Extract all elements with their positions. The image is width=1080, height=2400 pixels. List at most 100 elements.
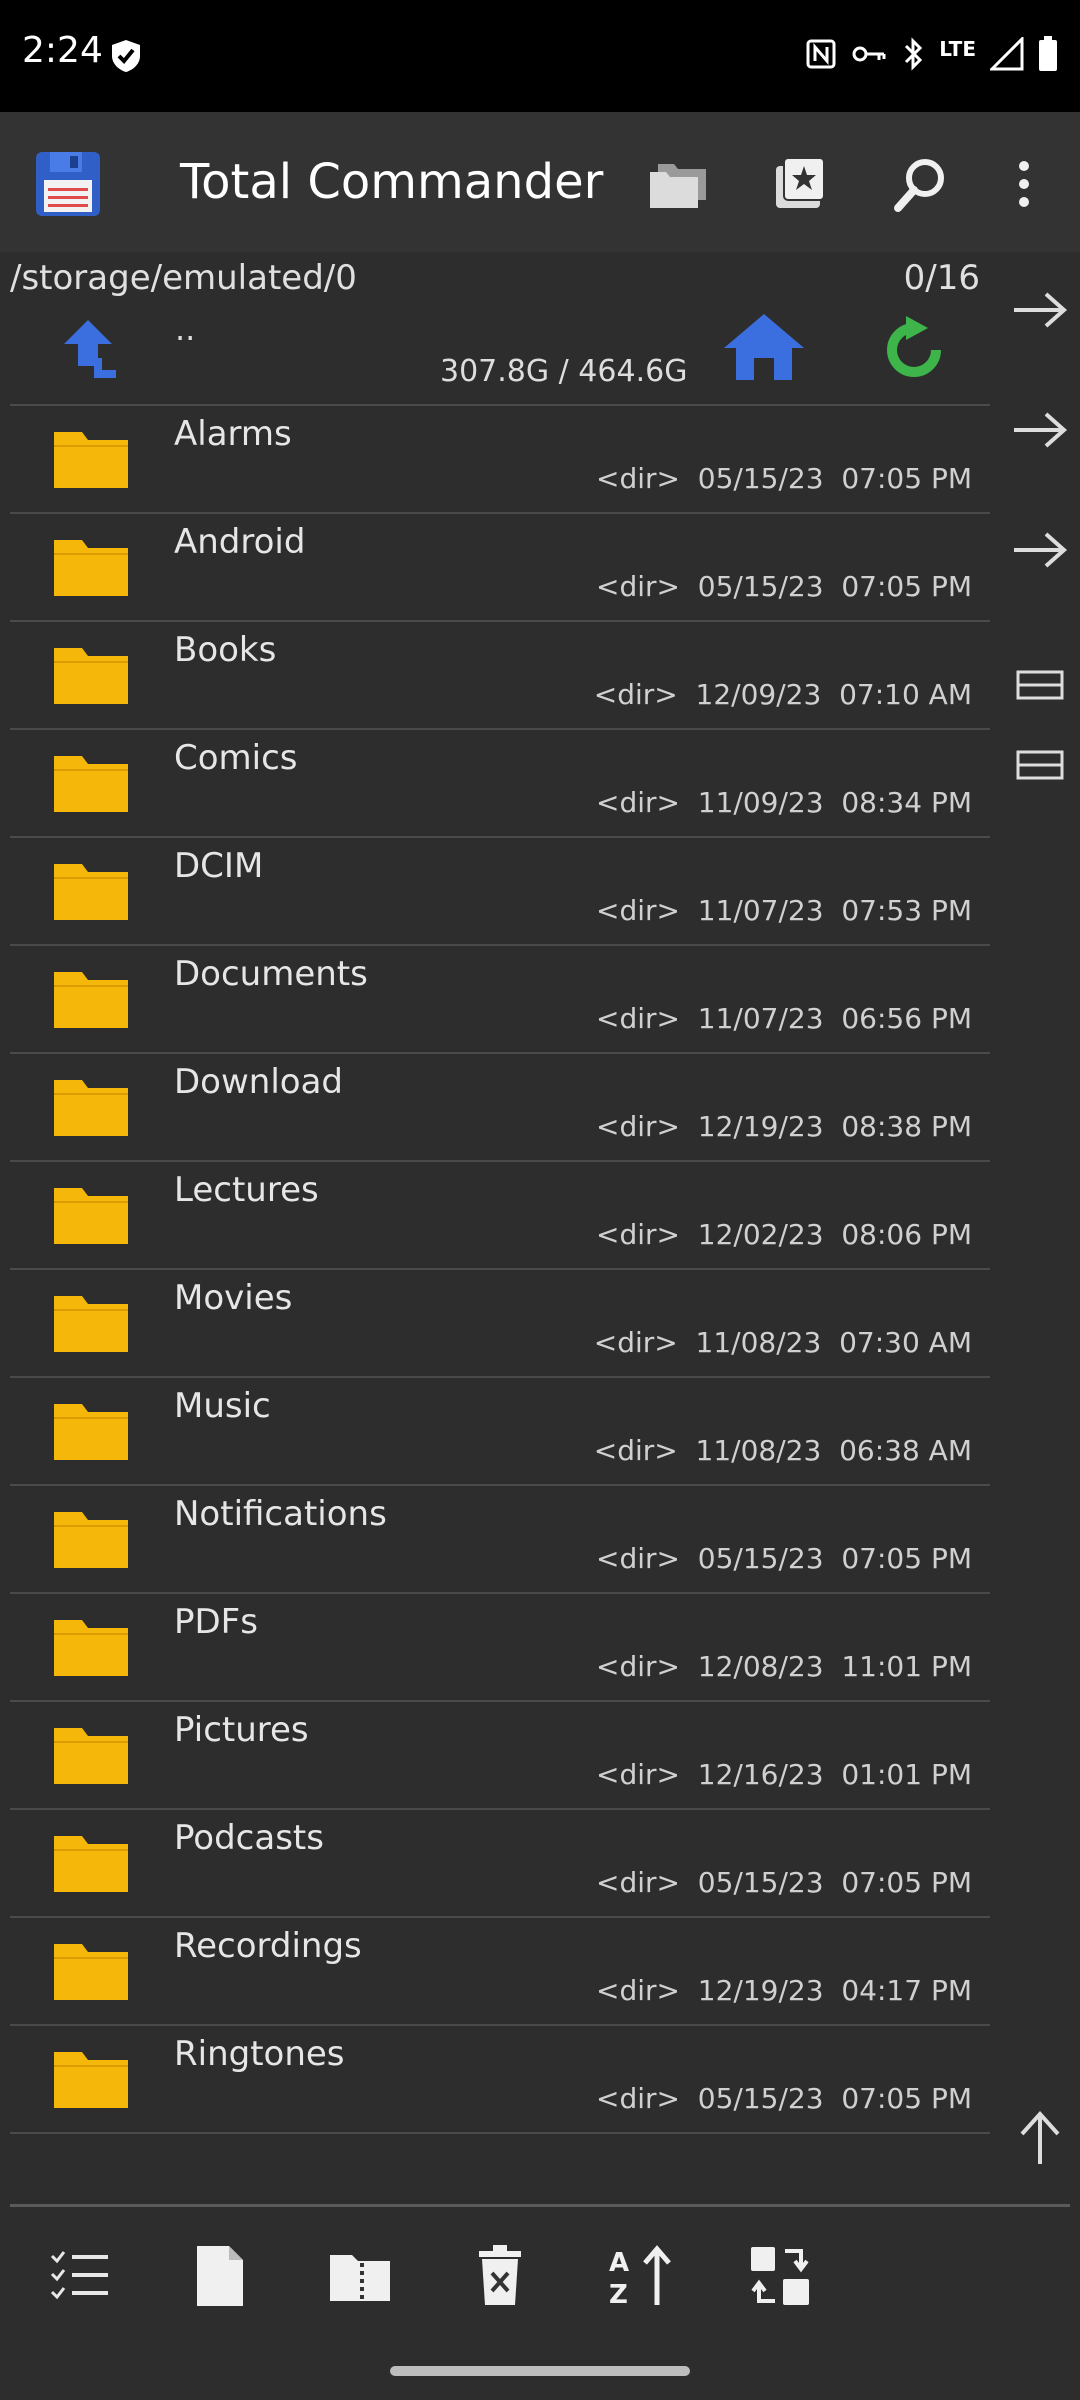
list-item[interactable]: Books <dir> 12/09/23 07:10 AM bbox=[10, 620, 990, 728]
file-meta: <dir> 12/02/23 08:06 PM bbox=[596, 1218, 972, 1251]
toolbar-divider bbox=[10, 2204, 1070, 2207]
bookmark-star-icon[interactable] bbox=[762, 148, 834, 220]
file-name: Movies bbox=[174, 1278, 293, 1318]
svg-text:A: A bbox=[609, 2248, 629, 2278]
list-item[interactable]: Podcasts <dir> 05/15/23 07:05 PM bbox=[10, 1808, 990, 1916]
delete-icon[interactable] bbox=[460, 2236, 540, 2316]
file-name: Notifications bbox=[174, 1494, 387, 1534]
file-meta: <dir> 05/15/23 07:05 PM bbox=[596, 1866, 972, 1899]
list-item[interactable]: Notifications <dir> 05/15/23 07:05 PM bbox=[10, 1484, 990, 1592]
file-name: Recordings bbox=[174, 1926, 362, 1966]
list-item[interactable]: Ringtones <dir> 05/15/23 07:05 PM bbox=[10, 2024, 990, 2134]
list-item[interactable]: Documents <dir> 11/07/23 06:56 PM bbox=[10, 944, 990, 1052]
compare-icon[interactable] bbox=[1000, 748, 1080, 782]
status-time: 2:24 bbox=[22, 30, 103, 71]
folder-icon bbox=[52, 1616, 130, 1682]
current-path[interactable]: /storage/emulated/0 bbox=[10, 258, 357, 298]
app-bar: Total Commander bbox=[0, 112, 1080, 252]
folder-icon bbox=[52, 1292, 130, 1358]
folder-icon bbox=[52, 536, 130, 602]
folder-icon bbox=[52, 2048, 130, 2114]
transfer-arrow-icon[interactable] bbox=[1000, 530, 1080, 570]
folder-icon bbox=[52, 1832, 130, 1898]
file-meta: <dir> 11/08/23 07:30 AM bbox=[593, 1326, 972, 1359]
storage-space: 307.8G / 464.6G bbox=[440, 354, 688, 389]
file-name: Books bbox=[174, 630, 277, 670]
copy-arrow-icon[interactable] bbox=[1000, 290, 1080, 330]
list-item[interactable]: Comics <dir> 11/09/23 08:34 PM bbox=[10, 728, 990, 836]
folder-icon bbox=[52, 1076, 130, 1142]
move-arrow-icon[interactable] bbox=[1000, 410, 1080, 450]
file-name: Lectures bbox=[174, 1170, 319, 1210]
list-item[interactable]: Lectures <dir> 12/02/23 08:06 PM bbox=[10, 1160, 990, 1268]
lte-icon: LTE bbox=[939, 37, 976, 61]
folder-icon bbox=[52, 1724, 130, 1790]
file-meta: <dir> 05/15/23 07:05 PM bbox=[596, 570, 972, 603]
folder-icon bbox=[52, 1508, 130, 1574]
floppy-disk-icon[interactable] bbox=[32, 148, 104, 220]
file-meta: <dir> 12/16/23 01:01 PM bbox=[596, 1758, 972, 1791]
selection-count: 0/16 bbox=[903, 258, 980, 298]
status-bar: 2:24 LTE bbox=[0, 0, 1080, 112]
file-meta: <dir> 11/07/23 06:56 PM bbox=[596, 1002, 972, 1035]
parent-dir-label[interactable]: .. bbox=[175, 310, 195, 348]
folders-icon[interactable] bbox=[644, 148, 716, 220]
file-meta: <dir> 05/15/23 07:05 PM bbox=[596, 1542, 972, 1575]
file-name: DCIM bbox=[174, 846, 264, 886]
folder-icon bbox=[52, 968, 130, 1034]
file-meta: <dir> 11/09/23 08:34 PM bbox=[596, 786, 972, 819]
svg-text:Z: Z bbox=[609, 2280, 628, 2307]
gesture-home-bar[interactable] bbox=[390, 2366, 690, 2376]
folder-icon bbox=[52, 428, 130, 494]
equal-icon[interactable] bbox=[1000, 668, 1080, 702]
swap-panels-icon[interactable] bbox=[740, 2236, 820, 2316]
file-meta: <dir> 05/15/23 07:05 PM bbox=[596, 462, 972, 495]
folder-icon bbox=[52, 1940, 130, 2006]
more-vert-icon[interactable] bbox=[988, 148, 1060, 220]
search-icon[interactable] bbox=[884, 148, 956, 220]
home-icon[interactable] bbox=[722, 312, 806, 386]
battery-icon bbox=[1038, 36, 1058, 76]
file-name: Download bbox=[174, 1062, 344, 1102]
vpn-key-icon bbox=[851, 42, 887, 70]
refresh-icon[interactable] bbox=[876, 312, 952, 392]
folder-icon bbox=[52, 1184, 130, 1250]
select-list-icon[interactable] bbox=[40, 2236, 120, 2316]
file-list: Alarms <dir> 05/15/23 07:05 PM Android <dir… bbox=[10, 404, 990, 2134]
file-name: Alarms bbox=[174, 414, 292, 454]
scroll-top-icon[interactable] bbox=[1000, 2110, 1080, 2166]
list-item[interactable]: Android <dir> 05/15/23 07:05 PM bbox=[10, 512, 990, 620]
file-name: Pictures bbox=[174, 1710, 309, 1750]
app-title: Total Commander bbox=[180, 154, 604, 210]
file-name: PDFs bbox=[174, 1602, 258, 1642]
folder-icon bbox=[52, 860, 130, 926]
signal-icon bbox=[988, 35, 1024, 75]
file-meta: <dir> 05/15/23 07:05 PM bbox=[596, 2082, 972, 2115]
up-directory-icon[interactable] bbox=[60, 318, 116, 382]
file-meta: <dir> 12/09/23 07:10 AM bbox=[593, 678, 972, 711]
file-meta: <dir> 11/08/23 06:38 AM bbox=[593, 1434, 972, 1467]
list-item[interactable]: Music <dir> 11/08/23 06:38 AM bbox=[10, 1376, 990, 1484]
list-item[interactable]: PDFs <dir> 12/08/23 11:01 PM bbox=[10, 1592, 990, 1700]
list-item[interactable]: DCIM <dir> 11/07/23 07:53 PM bbox=[10, 836, 990, 944]
list-item[interactable]: Download <dir> 12/19/23 08:38 PM bbox=[10, 1052, 990, 1160]
folder-icon bbox=[52, 644, 130, 710]
file-name: Ringtones bbox=[174, 2034, 345, 2074]
sort-icon[interactable]: AZ bbox=[600, 2236, 680, 2316]
list-item[interactable]: Alarms <dir> 05/15/23 07:05 PM bbox=[10, 404, 990, 512]
list-item[interactable]: Pictures <dir> 12/16/23 01:01 PM bbox=[10, 1700, 990, 1808]
file-name: Comics bbox=[174, 738, 298, 778]
file-name: Music bbox=[174, 1386, 271, 1426]
zip-folder-icon[interactable] bbox=[320, 2236, 400, 2316]
file-meta: <dir> 12/19/23 08:38 PM bbox=[596, 1110, 972, 1143]
folder-icon bbox=[52, 1400, 130, 1466]
file-meta: <dir> 12/08/23 11:01 PM bbox=[596, 1650, 972, 1683]
nfc-icon bbox=[805, 38, 837, 74]
file-name: Documents bbox=[174, 954, 368, 994]
bottom-toolbar: AZ bbox=[0, 2236, 1080, 2316]
shield-check-icon bbox=[106, 36, 146, 80]
list-item[interactable]: Movies <dir> 11/08/23 07:30 AM bbox=[10, 1268, 990, 1376]
list-item[interactable]: Recordings <dir> 12/19/23 04:17 PM bbox=[10, 1916, 990, 2024]
new-file-icon[interactable] bbox=[180, 2236, 260, 2316]
folder-icon bbox=[52, 752, 130, 818]
